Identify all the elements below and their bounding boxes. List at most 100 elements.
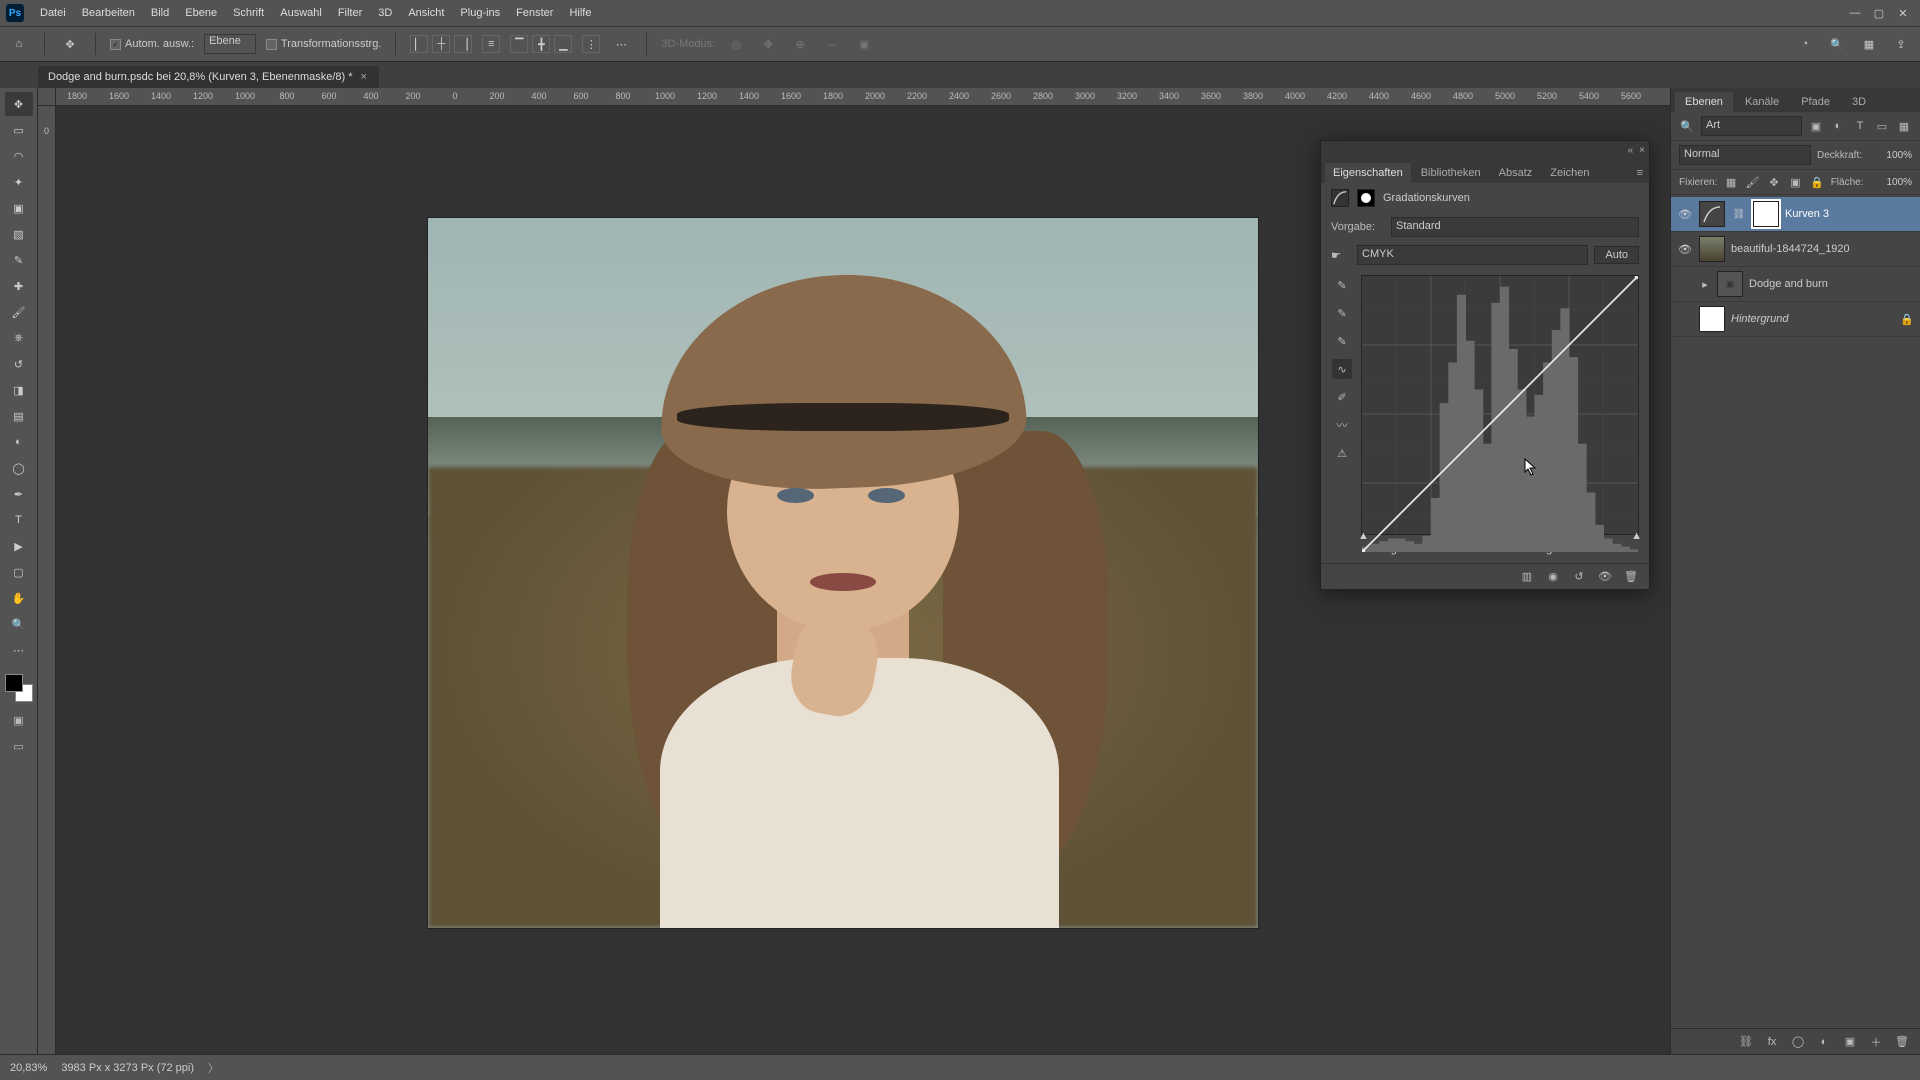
color-swatches[interactable] <box>5 674 33 702</box>
align-right-button[interactable]: ▕ <box>454 35 472 53</box>
delete-adjustment-icon[interactable]: 🗑 <box>1623 569 1639 585</box>
lock-pixels-icon[interactable]: 🖌 <box>1745 174 1760 190</box>
align-left-button[interactable]: ▏ <box>410 35 428 53</box>
filter-type-icon[interactable]: T <box>1852 118 1868 134</box>
quick-mask-button[interactable]: ▣ <box>10 712 28 728</box>
rectangle-tool[interactable]: ▢ <box>5 560 33 584</box>
workspace-icon[interactable]: ▦ <box>1858 33 1880 55</box>
screen-mode-button[interactable]: ▭ <box>10 738 28 754</box>
menu-window[interactable]: Fenster <box>508 0 561 26</box>
document-tab[interactable]: Dodge and burn.psdc bei 20,8% (Kurven 3,… <box>38 66 379 88</box>
filter-shape-icon[interactable]: ▭ <box>1874 118 1890 134</box>
layer-name[interactable]: beautiful-1844724_1920 <box>1731 243 1850 255</box>
lock-position-icon[interactable]: ✥ <box>1766 174 1781 190</box>
window-minimize-button[interactable]: — <box>1844 4 1866 22</box>
type-tool[interactable]: T <box>5 508 33 532</box>
layer-row[interactable]: 👁⛓Kurven 3 <box>1671 197 1920 232</box>
layer-name[interactable]: Dodge and burn <box>1749 278 1828 290</box>
zoom-tool[interactable]: 🔍 <box>5 612 33 636</box>
tab-paragraph[interactable]: Absatz <box>1491 163 1541 183</box>
curve-clip-toggle[interactable]: ⚠ <box>1332 443 1352 463</box>
home-button[interactable]: ⌂ <box>8 33 30 55</box>
tab-layers[interactable]: Ebenen <box>1675 92 1733 112</box>
align-bottom-button[interactable]: ▁ <box>554 35 572 53</box>
search-icon[interactable]: 🔍 <box>1679 118 1695 134</box>
edit-toolbar-button[interactable]: ⋯ <box>5 638 33 662</box>
window-maximize-button[interactable]: ▢ <box>1868 4 1890 22</box>
gray-point-eyedropper[interactable]: ✎ <box>1332 303 1352 323</box>
document-canvas[interactable] <box>428 218 1258 928</box>
history-brush-tool[interactable]: ↺ <box>5 352 33 376</box>
panel-collapse-icon[interactable]: « <box>1628 145 1634 156</box>
ruler-origin[interactable] <box>38 88 56 106</box>
layer-row[interactable]: ▸▣Dodge and burn <box>1671 267 1920 302</box>
lasso-tool[interactable]: ◠ <box>5 144 33 168</box>
channel-select[interactable]: CMYK <box>1357 245 1588 265</box>
layer-lock-icon[interactable]: 🔒 <box>1900 313 1914 326</box>
mask-thumbnail[interactable] <box>1753 201 1779 227</box>
distribute-h-button[interactable]: ≡ <box>482 35 500 53</box>
add-mask-icon[interactable]: ◯ <box>1790 1034 1806 1050</box>
menu-image[interactable]: Bild <box>143 0 177 26</box>
properties-panel[interactable]: « × Eigenschaften Bibliotheken Absatz Ze… <box>1320 140 1650 590</box>
image-thumbnail[interactable] <box>1699 236 1725 262</box>
link-layers-icon[interactable]: ⛓ <box>1738 1034 1754 1050</box>
lock-artboard-icon[interactable]: ▣ <box>1788 174 1803 190</box>
blur-tool[interactable]: ◐ <box>5 430 33 454</box>
delete-layer-icon[interactable]: 🗑 <box>1894 1034 1910 1050</box>
align-top-button[interactable]: ▔ <box>510 35 528 53</box>
magic-wand-tool[interactable]: ✦ <box>5 170 33 194</box>
layer-name[interactable]: Kurven 3 <box>1785 208 1829 220</box>
tab-properties[interactable]: Eigenschaften <box>1325 163 1411 183</box>
distribute-v-button[interactable]: ⋮ <box>582 35 600 53</box>
menu-view[interactable]: Ansicht <box>400 0 452 26</box>
document-info[interactable]: 3983 Px x 3273 Px (72 ppi) <box>61 1062 194 1074</box>
targeted-adjust-icon[interactable]: ☛ <box>1331 249 1351 262</box>
filter-adjust-icon[interactable]: ◐ <box>1830 118 1846 134</box>
reset-icon[interactable]: ↺ <box>1571 569 1587 585</box>
marquee-tool[interactable]: ▭ <box>5 118 33 142</box>
menu-file[interactable]: Datei <box>32 0 74 26</box>
new-adjustment-icon[interactable]: ◐ <box>1816 1034 1832 1050</box>
pen-tool[interactable]: ✒ <box>5 482 33 506</box>
group-expand-icon[interactable]: ▸ <box>1699 278 1711 291</box>
tab-paths[interactable]: Pfade <box>1791 92 1840 112</box>
fill-value[interactable]: 100% <box>1870 177 1913 188</box>
tab-character[interactable]: Zeichen <box>1542 163 1597 183</box>
menu-help[interactable]: Hilfe <box>561 0 599 26</box>
cloud-docs-icon[interactable]: ◔ <box>1794 33 1816 55</box>
document-tab-close-icon[interactable]: × <box>361 71 367 83</box>
layer-row[interactable]: 👁beautiful-1844724_1920 <box>1671 232 1920 267</box>
new-layer-icon[interactable]: ＋ <box>1868 1034 1884 1050</box>
opacity-value[interactable]: 100% <box>1868 150 1912 161</box>
filter-smart-icon[interactable]: ▦ <box>1896 118 1912 134</box>
curves-plot[interactable]: ▲ ▲ <box>1361 275 1639 535</box>
curve-point-tool[interactable]: ∿ <box>1332 359 1352 379</box>
menu-select[interactable]: Auswahl <box>272 0 330 26</box>
menu-layer[interactable]: Ebene <box>177 0 225 26</box>
tab-channels[interactable]: Kanäle <box>1735 92 1789 112</box>
align-hcenter-button[interactable]: ┼ <box>432 35 450 53</box>
curve-smooth-tool[interactable]: 〰 <box>1332 415 1352 435</box>
move-tool[interactable]: ✥ <box>5 92 33 116</box>
align-vcenter-button[interactable]: ╋ <box>532 35 550 53</box>
layer-filter-select[interactable]: Art <box>1701 116 1802 136</box>
panel-close-icon[interactable]: × <box>1639 145 1645 156</box>
menu-plugins[interactable]: Plug-ins <box>452 0 508 26</box>
white-point-eyedropper[interactable]: ✎ <box>1332 331 1352 351</box>
menu-filter[interactable]: Filter <box>330 0 370 26</box>
tab-3d[interactable]: 3D <box>1842 92 1876 112</box>
layer-link-icon[interactable]: ⛓ <box>1731 209 1747 220</box>
move-tool-icon[interactable]: ✥ <box>59 33 81 55</box>
transform-controls-checkbox[interactable]: Transformationsstrg. <box>266 38 381 50</box>
more-align-button[interactable]: ⋯ <box>610 33 632 55</box>
frame-tool[interactable]: ▧ <box>5 222 33 246</box>
clone-stamp-tool[interactable]: ⎈ <box>5 326 33 350</box>
black-point-eyedropper[interactable]: ✎ <box>1332 275 1352 295</box>
share-icon[interactable]: ⇪ <box>1890 33 1912 55</box>
status-info-menu-icon[interactable]: 〉 <box>208 1060 219 1076</box>
blend-mode-select[interactable]: Normal <box>1679 145 1811 165</box>
black-input-slider[interactable]: ▲ <box>1358 530 1369 542</box>
layer-name[interactable]: Hintergrund <box>1731 313 1788 325</box>
menu-type[interactable]: Schrift <box>225 0 272 26</box>
